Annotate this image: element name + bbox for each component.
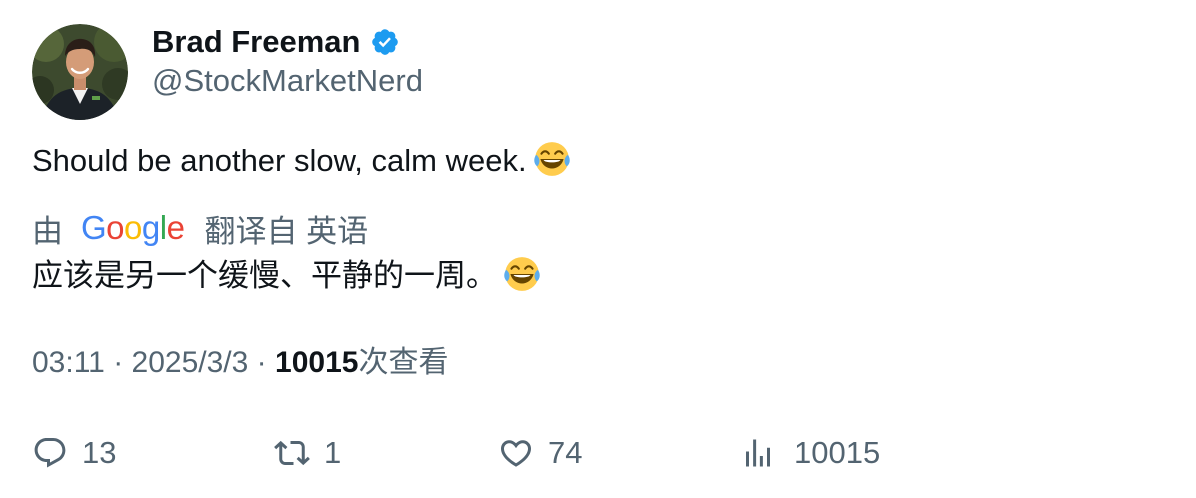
action-bar: 13 1 74 10015 bbox=[0, 428, 1196, 478]
author-handle[interactable]: @StockMarketNerd bbox=[152, 62, 423, 100]
retweet-icon bbox=[274, 435, 310, 471]
translated-by-label: 由 bbox=[32, 213, 63, 249]
author-name-row: Brad Freeman bbox=[152, 22, 400, 62]
tweet-time[interactable]: 03:11 bbox=[32, 346, 105, 379]
like-count: 74 bbox=[548, 435, 583, 470]
translated-text-content: 应该是另一个缓慢、平静的一周。 bbox=[32, 258, 497, 293]
heart-icon bbox=[498, 435, 534, 471]
tweet-date[interactable]: 2025/3/3 bbox=[132, 346, 249, 379]
reply-icon bbox=[32, 435, 68, 471]
tears-of-joy-emoji-icon bbox=[533, 140, 571, 178]
tweet-text-content: Should be another slow, calm week. bbox=[32, 143, 527, 178]
translation-attribution: 由 Google 翻译自 英语 bbox=[32, 206, 368, 250]
tweet-text: Should be another slow, calm week. bbox=[32, 140, 571, 182]
views-label: 次查看 bbox=[358, 346, 449, 379]
meta-separator: · bbox=[256, 346, 267, 379]
tweet-meta: 03:11 · 2025/3/3 · 10015次查看 bbox=[32, 342, 448, 384]
analytics-bar-icon bbox=[740, 435, 776, 471]
tweet-card: Brad Freeman @StockMarketNerd Should be … bbox=[0, 0, 1196, 498]
meta-separator: · bbox=[113, 346, 124, 379]
translated-text: 应该是另一个缓慢、平静的一周。 bbox=[32, 254, 541, 298]
views-action-count: 10015 bbox=[794, 435, 881, 470]
translated-from-label[interactable]: 翻译自 英语 bbox=[204, 206, 368, 251]
retweet-button[interactable]: 1 bbox=[274, 428, 341, 478]
reply-button[interactable]: 13 bbox=[32, 428, 116, 478]
tears-of-joy-emoji-icon bbox=[503, 255, 541, 293]
views-count[interactable]: 10015 bbox=[275, 346, 358, 379]
views-button[interactable]: 10015 bbox=[740, 428, 880, 478]
reply-count: 13 bbox=[82, 435, 117, 470]
verified-badge-icon bbox=[370, 27, 400, 57]
retweet-count: 1 bbox=[324, 435, 342, 470]
avatar[interactable] bbox=[32, 24, 128, 120]
display-name[interactable]: Brad Freeman bbox=[152, 22, 360, 62]
avatar-photo bbox=[32, 24, 128, 120]
google-logo: Google bbox=[81, 209, 185, 246]
like-button[interactable]: 74 bbox=[498, 428, 582, 478]
